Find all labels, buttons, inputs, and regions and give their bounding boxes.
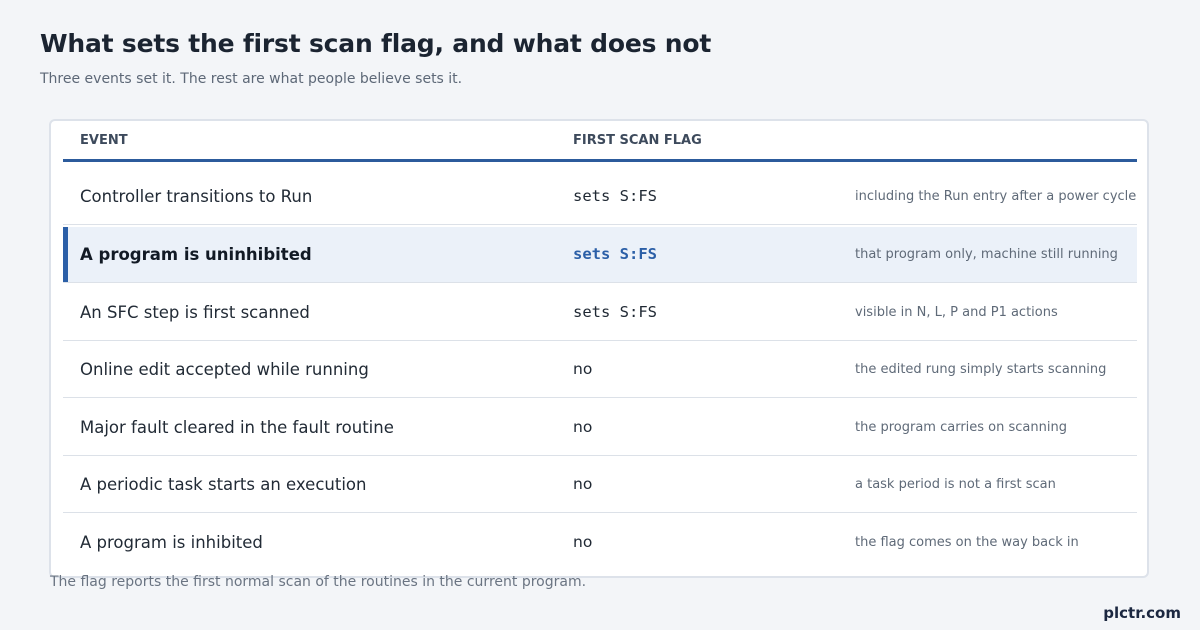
events-table: EVENT FIRST SCAN FLAG Controller transit… <box>49 119 1149 578</box>
brand-label: plctr.com <box>1103 604 1181 622</box>
note-cell: the edited rung simply starts scanning <box>855 362 1107 377</box>
event-cell: Major fault cleared in the fault routine <box>80 418 394 437</box>
event-cell: A program is inhibited <box>80 533 263 552</box>
flag-cell: no <box>573 418 593 436</box>
flag-cell: no <box>573 360 593 378</box>
column-header-first-scan-flag: FIRST SCAN FLAG <box>573 133 702 148</box>
event-cell: An SFC step is first scanned <box>80 303 310 322</box>
table-row: An SFC step is first scanned sets S:FS v… <box>63 285 1137 341</box>
table-row-highlighted: A program is uninhibited sets S:FS that … <box>63 227 1137 283</box>
note-cell: that program only, machine still running <box>855 247 1118 262</box>
flag-cell: sets S:FS <box>573 187 657 205</box>
note-cell: the program carries on scanning <box>855 420 1067 435</box>
flag-cell: sets S:FS <box>573 303 657 321</box>
flag-cell: no <box>573 475 593 493</box>
footnote: The flag reports the first normal scan o… <box>50 574 587 590</box>
note-cell: a task period is not a first scan <box>855 477 1056 492</box>
event-cell: A periodic task starts an execution <box>80 475 367 494</box>
event-cell: Controller transitions to Run <box>80 187 313 206</box>
table-header: EVENT FIRST SCAN FLAG <box>63 121 1137 162</box>
flag-cell: sets S:FS <box>573 245 657 263</box>
page-title: What sets the first scan flag, and what … <box>40 29 712 58</box>
highlight-bar <box>63 227 68 282</box>
table-row: Major fault cleared in the fault routine… <box>63 400 1137 456</box>
page-subtitle: Three events set it. The rest are what p… <box>40 71 463 87</box>
table-row: Online edit accepted while running no th… <box>63 342 1137 398</box>
note-cell: including the Run entry after a power cy… <box>855 189 1137 204</box>
table-row: Controller transitions to Run sets S:FS … <box>63 169 1137 225</box>
note-cell: visible in N, L, P and P1 actions <box>855 305 1058 320</box>
column-header-event: EVENT <box>80 133 128 148</box>
table-row: A periodic task starts an execution no a… <box>63 457 1137 513</box>
note-cell: the flag comes on the way back in <box>855 535 1079 550</box>
table-row: A program is inhibited no the flag comes… <box>63 515 1137 570</box>
flag-cell: no <box>573 533 593 551</box>
event-cell: A program is uninhibited <box>80 245 312 264</box>
event-cell: Online edit accepted while running <box>80 360 369 379</box>
